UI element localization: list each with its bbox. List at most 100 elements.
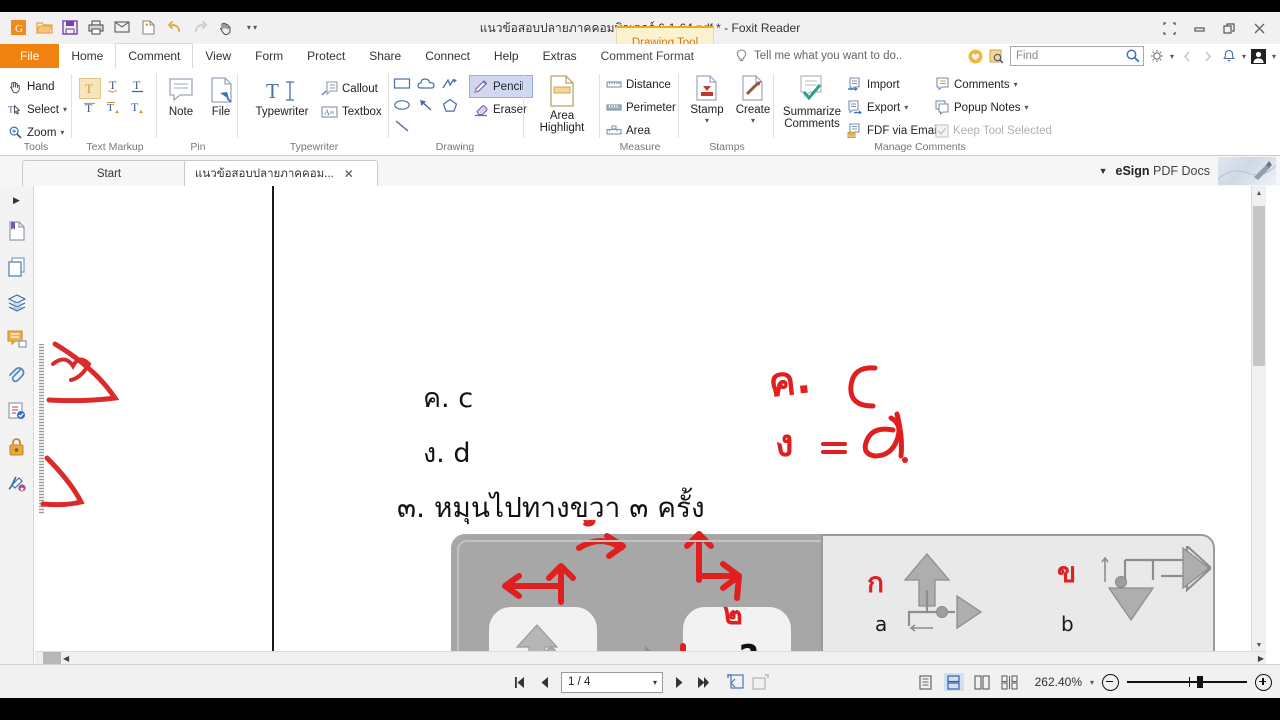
cloud-shape-button[interactable]	[417, 77, 435, 96]
hand-tool-button[interactable]: Hand	[8, 76, 67, 97]
strikeout-text-button[interactable]: T	[83, 99, 97, 120]
bookmarks-panel-icon[interactable]	[6, 220, 28, 242]
stamp-dropdown-caret[interactable]: ▾	[705, 116, 709, 125]
callout-button[interactable]: Callout	[321, 78, 382, 99]
nav-expand-icon[interactable]: ▶	[13, 194, 20, 206]
insert-text-button[interactable]: T	[130, 99, 146, 120]
previous-page-button[interactable]	[536, 673, 554, 691]
stamp-button[interactable]: Stamp ▾	[686, 74, 728, 125]
fdf-via-email-button[interactable]: FDF via Email	[847, 120, 939, 141]
file-attach-button[interactable]: File	[204, 76, 238, 118]
back-nav-icon[interactable]	[1179, 48, 1195, 64]
gear-icon[interactable]	[1149, 48, 1165, 64]
polygon-shape-button[interactable]	[441, 98, 459, 117]
textbox-button[interactable]: A≡ Textbox	[321, 101, 382, 122]
export-comments-button[interactable]: Export ▾	[847, 97, 939, 118]
layers-panel-icon[interactable]	[6, 292, 28, 314]
area-measure-button[interactable]: Area	[606, 120, 676, 141]
summarize-comments-button[interactable]: Summarize Comments	[781, 74, 843, 130]
scroll-right-icon[interactable]: ▶	[1258, 652, 1264, 664]
arrow-shape-button[interactable]	[417, 98, 435, 117]
comments-panel-icon[interactable]	[6, 328, 28, 350]
scroll-up-icon[interactable]: ▲	[1252, 186, 1266, 200]
zoom-out-button[interactable]	[1102, 673, 1119, 691]
close-icon[interactable]: ✕	[344, 167, 354, 181]
notifications-bell-icon[interactable]	[1221, 48, 1237, 64]
tab-overflow-icon[interactable]: ▼	[1099, 166, 1108, 176]
account-dropdown-caret[interactable]: ▾	[1272, 52, 1276, 61]
vertical-scrollbar-thumb[interactable]	[1253, 206, 1265, 366]
last-page-button[interactable]	[695, 673, 713, 691]
attachments-panel-icon[interactable]	[6, 364, 28, 386]
security-panel-icon[interactable]	[6, 436, 28, 458]
zoom-in-button[interactable]	[1255, 673, 1272, 691]
import-comments-button[interactable]: Import	[847, 74, 939, 95]
tab-comment[interactable]: Comment	[115, 43, 194, 70]
zoom-dropdown-caret[interactable]: ▾	[60, 128, 64, 137]
fit-width-button[interactable]	[751, 673, 769, 691]
tab-file[interactable]: File	[0, 44, 60, 68]
distance-button[interactable]: Distance	[606, 74, 676, 95]
next-page-button[interactable]	[670, 673, 688, 691]
undo-icon[interactable]	[162, 15, 186, 39]
select-dropdown-caret[interactable]: ▾	[63, 105, 67, 114]
page-dropdown-caret[interactable]: ▾	[653, 678, 657, 687]
new-blank-icon[interactable]	[136, 15, 160, 39]
print-icon[interactable]	[84, 15, 108, 39]
rectangle-shape-button[interactable]	[393, 77, 411, 96]
zoom-tool-button[interactable]: Zoom ▾	[8, 122, 67, 143]
tab-help[interactable]: Help	[482, 44, 531, 68]
keep-tool-selected-checkbox[interactable]: Keep Tool Selected	[935, 120, 1052, 141]
restore-button[interactable]	[1214, 16, 1244, 40]
single-page-view-button[interactable]	[916, 673, 936, 691]
bell-dropdown-caret[interactable]: ▾	[1242, 52, 1246, 61]
esign-promo[interactable]: ▼ eSign PDF Docs	[1099, 156, 1280, 186]
doc-tab-active[interactable]: แนวข้อสอบปลายภาคคอม... ✕	[184, 160, 378, 187]
typewriter-button[interactable]: T Typewriter	[251, 78, 313, 118]
fit-page-button[interactable]	[726, 673, 744, 691]
horizontal-scrollbar-thumb[interactable]	[43, 652, 61, 664]
comments-dropdown-caret[interactable]: ▾	[1014, 80, 1018, 89]
email-icon[interactable]	[110, 15, 134, 39]
continuous-view-button[interactable]	[943, 673, 964, 691]
export-dropdown-caret[interactable]: ▾	[904, 103, 908, 112]
tab-protect[interactable]: Protect	[295, 44, 357, 68]
tab-comment-format[interactable]: Comment Format	[589, 44, 706, 68]
stamps-panel-icon[interactable]	[6, 400, 28, 422]
signatures-panel-icon[interactable]	[6, 472, 28, 494]
create-stamp-button[interactable]: Create ▾	[732, 74, 774, 125]
facing-view-button[interactable]	[972, 673, 992, 691]
redo-icon[interactable]	[188, 15, 212, 39]
vertical-scrollbar[interactable]: ▲ ▼	[1251, 186, 1266, 652]
zoom-dropdown-caret-status[interactable]: ▾	[1090, 678, 1094, 687]
zoom-slider[interactable]	[1127, 675, 1247, 689]
comments-dropdown-button[interactable]: Comments ▾	[935, 74, 1052, 95]
perimeter-button[interactable]: Perimeter	[606, 97, 676, 118]
page-view[interactable]: ค. c ง. d ๓. หมุนไปทางขวา ๓ ครั้ง ๔. หมุ…	[35, 186, 1266, 652]
customize-qat-icon[interactable]: ▾ ▾	[240, 15, 264, 39]
select-tool-button[interactable]: T Select ▾	[8, 99, 67, 120]
create-dropdown-caret[interactable]: ▾	[751, 116, 755, 125]
account-avatar-icon[interactable]	[1251, 48, 1267, 64]
continuous-facing-view-button[interactable]	[1000, 673, 1020, 691]
forward-nav-icon[interactable]	[1200, 48, 1216, 64]
hand-tool-icon[interactable]	[214, 15, 238, 39]
popup-notes-dropdown-caret[interactable]: ▾	[1025, 103, 1029, 112]
pages-panel-icon[interactable]	[6, 256, 28, 278]
horizontal-scrollbar[interactable]: ◀ ▶	[35, 651, 1266, 664]
tab-form[interactable]: Form	[243, 44, 295, 68]
close-button[interactable]	[1244, 16, 1274, 40]
polyline-shape-button[interactable]	[441, 77, 459, 96]
tell-me-box[interactable]: Tell me what you want to do..	[735, 44, 902, 68]
replace-text-button[interactable]: T	[106, 99, 122, 120]
save-icon[interactable]	[58, 15, 82, 39]
tab-home[interactable]: Home	[59, 44, 115, 68]
doc-tab-start[interactable]: Start	[22, 160, 196, 187]
underline-text-button[interactable]: T	[131, 78, 145, 99]
foxit-logo-icon[interactable]: G	[6, 15, 30, 39]
popup-notes-button[interactable]: Popup Notes ▾	[935, 97, 1052, 118]
line-shape-button[interactable]	[393, 119, 411, 138]
minimize-button[interactable]	[1184, 16, 1214, 40]
area-highlight-button[interactable]: Area Highlight	[536, 74, 588, 134]
oval-shape-button[interactable]	[393, 98, 411, 117]
